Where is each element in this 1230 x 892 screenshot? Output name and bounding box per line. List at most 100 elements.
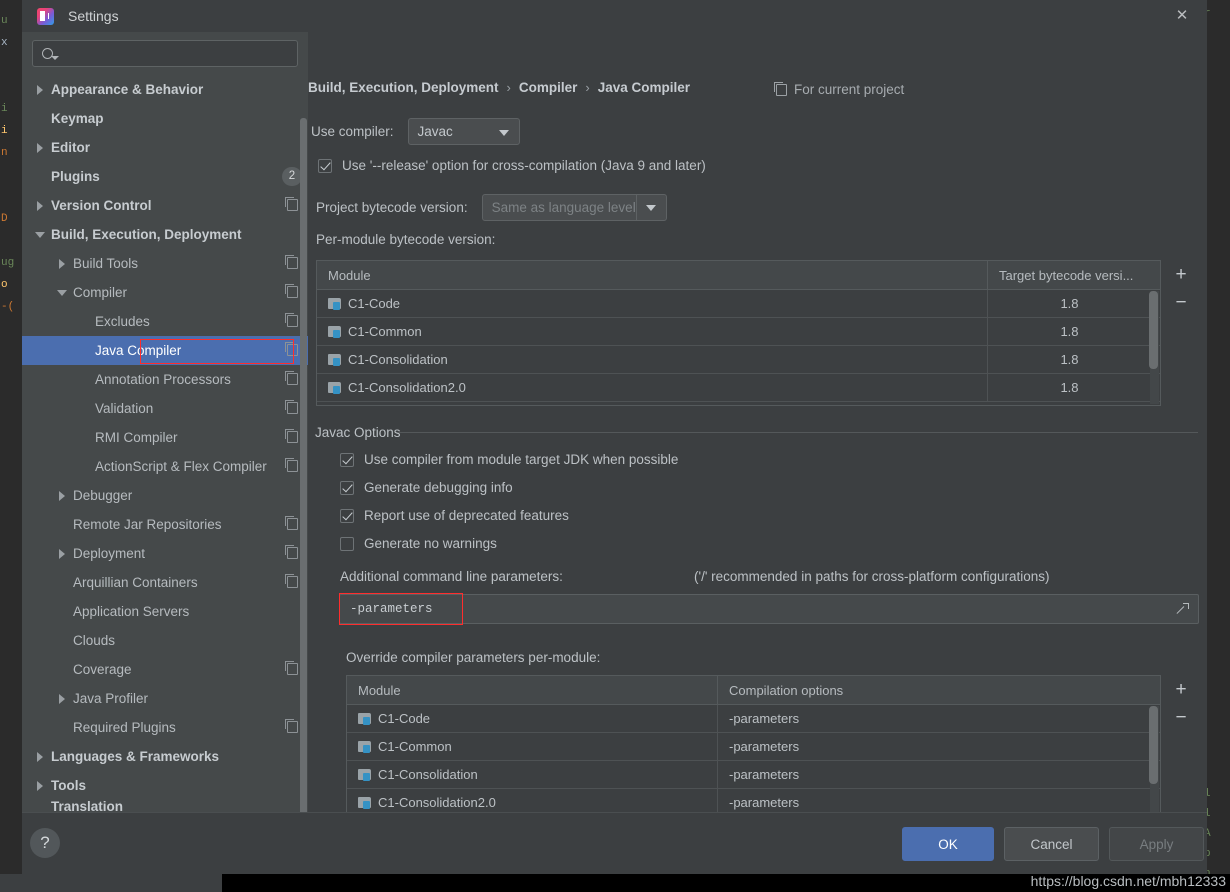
sidebar-item-appearance-behavior[interactable]: Appearance & Behavior: [22, 75, 308, 104]
breadcrumb-item-1[interactable]: Compiler: [519, 80, 578, 95]
table-row[interactable]: C1-Consolidation -parameters: [347, 761, 1160, 789]
sidebar-item-plugins[interactable]: Plugins 2: [22, 162, 308, 191]
chevron-right-icon[interactable]: [56, 489, 69, 502]
bytecode-table-body[interactable]: C1-Code 1.8 C1-Common 1.8 C1-Consolidation 1.…: [317, 290, 1160, 402]
table-cell[interactable]: C1-Code: [347, 705, 717, 732]
table-cell[interactable]: -parameters: [717, 761, 1151, 788]
table-cell[interactable]: 1.8: [987, 290, 1151, 317]
table-cell[interactable]: C1-Consolidation2.0: [317, 374, 987, 401]
copy-settings-icon[interactable]: [285, 284, 298, 298]
close-icon[interactable]: ✕: [1173, 7, 1191, 25]
sidebar-item-version-control[interactable]: Version Control: [22, 191, 308, 220]
table-cell[interactable]: C1-Common: [317, 318, 987, 345]
copy-settings-icon[interactable]: [285, 429, 298, 443]
override-table-column-header[interactable]: Compilation options: [717, 676, 1151, 704]
javac-option-row-3[interactable]: Generate no warnings: [340, 536, 497, 551]
sidebar-scrollbar-thumb[interactable]: [300, 118, 307, 812]
bytecode-remove-button[interactable]: −: [1167, 288, 1195, 316]
sidebar-item-validation[interactable]: Validation: [22, 394, 308, 423]
table-cell[interactable]: C1-Common: [347, 733, 717, 760]
override-table-scrollbar-track[interactable]: [1149, 706, 1159, 812]
copy-settings-icon[interactable]: [285, 400, 298, 414]
sidebar-item-required-plugins[interactable]: Required Plugins: [22, 713, 308, 742]
cancel-button[interactable]: Cancel: [1004, 827, 1099, 861]
table-row[interactable]: C1-Consolidation2.0 -parameters: [347, 789, 1160, 812]
expand-icon[interactable]: [1176, 602, 1190, 616]
table-row[interactable]: C1-Common -parameters: [347, 733, 1160, 761]
project-bytecode-dropdown[interactable]: Same as language level: [481, 194, 667, 221]
sidebar-item-remote-jar-repositories[interactable]: Remote Jar Repositories: [22, 510, 308, 539]
table-row[interactable]: C1-Consolidation 1.8: [317, 346, 1160, 374]
bytecode-table[interactable]: Module Target bytecode versi... C1-Code 1.…: [316, 260, 1161, 406]
sidebar-item-annotation-processors[interactable]: Annotation Processors: [22, 365, 308, 394]
override-table-body[interactable]: C1-Code -parameters C1-Common -parameters C1…: [347, 705, 1160, 812]
table-cell[interactable]: C1-Consolidation: [347, 761, 717, 788]
override-add-button[interactable]: +: [1167, 675, 1195, 703]
override-table-column-header[interactable]: Module: [347, 676, 717, 704]
javac-option-row-1[interactable]: Generate debugging info: [340, 480, 513, 495]
sidebar-item-editor[interactable]: Editor: [22, 133, 308, 162]
table-cell[interactable]: C1-Consolidation2.0: [347, 789, 717, 812]
chevron-right-icon[interactable]: [34, 779, 47, 792]
release-option-checkbox[interactable]: [318, 158, 332, 173]
table-cell[interactable]: -parameters: [717, 705, 1151, 732]
bytecode-table-column-header[interactable]: Target bytecode versi...: [987, 261, 1151, 289]
chevron-down-icon[interactable]: [34, 228, 47, 241]
table-row[interactable]: C1-Common 1.8: [317, 318, 1160, 346]
table-cell[interactable]: C1-Consolidation: [317, 346, 987, 373]
sidebar-item-arquillian-containers[interactable]: Arquillian Containers: [22, 568, 308, 597]
bytecode-table-scrollbar-thumb[interactable]: [1149, 291, 1158, 369]
copy-settings-icon[interactable]: [285, 516, 298, 530]
table-cell[interactable]: 1.8: [987, 374, 1151, 401]
sidebar-item-build-execution-deployment[interactable]: Build, Execution, Deployment: [22, 220, 308, 249]
chevron-right-icon[interactable]: [56, 257, 69, 270]
chevron-down-icon[interactable]: [635, 194, 666, 221]
sidebar-item-translation[interactable]: Translation: [22, 800, 308, 812]
table-cell[interactable]: 1.8: [987, 318, 1151, 345]
ok-button[interactable]: OK: [902, 827, 994, 861]
table-row[interactable]: C1-Consolidation2.0 1.8: [317, 374, 1160, 402]
override-table[interactable]: Module Compilation options C1-Code -parame…: [346, 675, 1161, 812]
help-button[interactable]: ?: [30, 828, 60, 858]
use-compiler-dropdown[interactable]: Javac: [407, 118, 520, 145]
search-input[interactable]: [57, 46, 297, 61]
sidebar-scrollbar-track[interactable]: [299, 72, 307, 812]
javac-option-checkbox[interactable]: [340, 480, 354, 495]
sidebar-item-tools[interactable]: Tools: [22, 771, 308, 800]
search-box[interactable]: [32, 40, 298, 67]
copy-settings-icon[interactable]: [285, 661, 298, 675]
chevron-down-icon[interactable]: [56, 286, 69, 299]
copy-settings-icon[interactable]: [285, 313, 298, 327]
javac-option-row-2[interactable]: Report use of deprecated features: [340, 508, 569, 523]
sidebar-item-excludes[interactable]: Excludes: [22, 307, 308, 336]
sidebar-item-java-compiler[interactable]: Java Compiler: [22, 336, 308, 365]
copy-settings-icon[interactable]: [285, 574, 298, 588]
sidebar-item-coverage[interactable]: Coverage: [22, 655, 308, 684]
sidebar-item-clouds[interactable]: Clouds: [22, 626, 308, 655]
settings-tree[interactable]: Appearance & Behavior Keymap Editor Plugins…: [22, 73, 308, 812]
javac-option-checkbox[interactable]: [340, 508, 354, 523]
javac-option-row-0[interactable]: Use compiler from module target JDK when…: [340, 452, 678, 467]
chevron-right-icon[interactable]: [34, 83, 47, 96]
javac-option-checkbox[interactable]: [340, 452, 354, 467]
javac-option-checkbox[interactable]: [340, 536, 354, 551]
release-option-row[interactable]: Use '--release' option for cross-compila…: [318, 158, 706, 173]
copy-settings-icon[interactable]: [285, 371, 298, 385]
sidebar-item-application-servers[interactable]: Application Servers: [22, 597, 308, 626]
sidebar-item-java-profiler[interactable]: Java Profiler: [22, 684, 308, 713]
sidebar-item-languages-frameworks[interactable]: Languages & Frameworks: [22, 742, 308, 771]
sidebar-item-rmi-compiler[interactable]: RMI Compiler: [22, 423, 308, 452]
override-remove-button[interactable]: −: [1167, 703, 1195, 731]
table-cell[interactable]: C1-Code: [317, 290, 987, 317]
chevron-right-icon[interactable]: [34, 141, 47, 154]
bytecode-add-button[interactable]: +: [1167, 260, 1195, 288]
chevron-right-icon[interactable]: [34, 750, 47, 763]
copy-settings-icon[interactable]: [285, 255, 298, 269]
copy-settings-icon[interactable]: [285, 342, 298, 356]
bytecode-table-scrollbar-track[interactable]: [1149, 291, 1159, 404]
sidebar-item-deployment[interactable]: Deployment: [22, 539, 308, 568]
table-cell[interactable]: -parameters: [717, 789, 1151, 812]
sidebar-item-debugger[interactable]: Debugger: [22, 481, 308, 510]
copy-settings-icon[interactable]: [285, 458, 298, 472]
copy-settings-icon[interactable]: [285, 197, 298, 211]
